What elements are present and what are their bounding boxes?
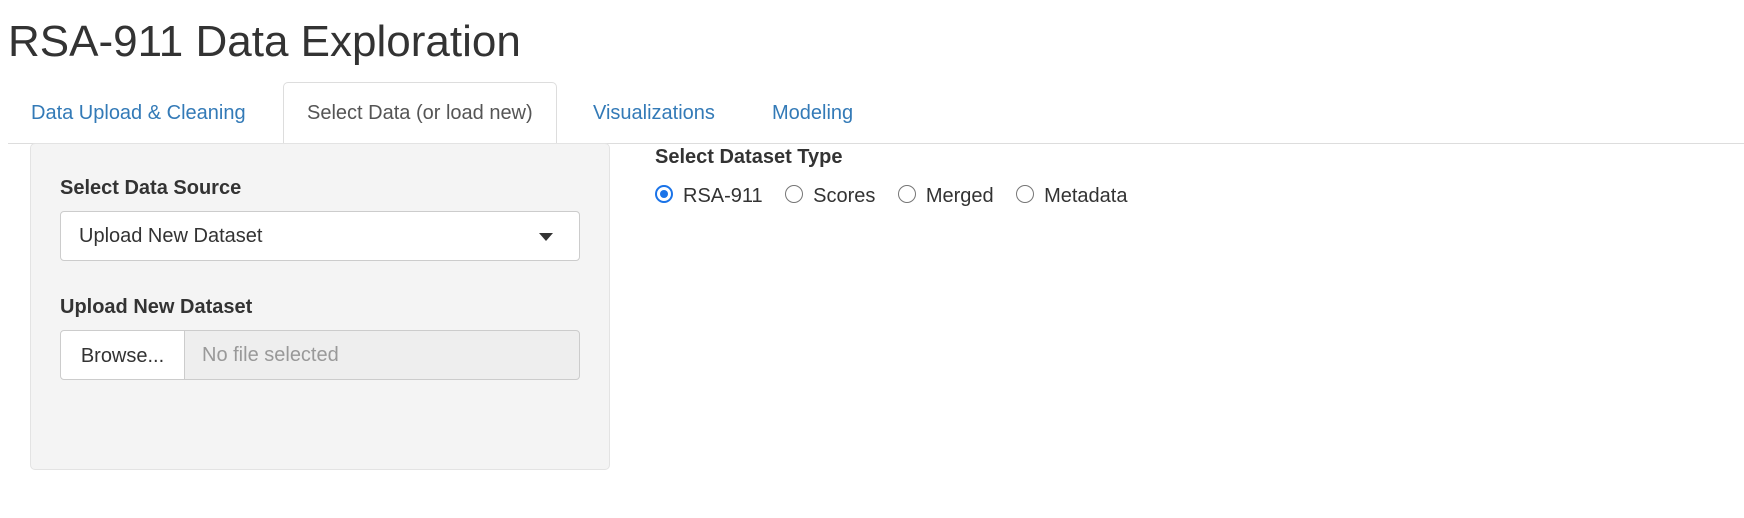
- radio-option-merged[interactable]: Merged: [897, 182, 994, 210]
- page-title: RSA-911 Data Exploration: [8, 17, 521, 66]
- data-source-label: Select Data Source: [60, 177, 242, 199]
- tab-modeling[interactable]: Modeling: [749, 82, 876, 144]
- radio-option-metadata[interactable]: Metadata: [1016, 182, 1127, 210]
- tab-bar: Data Upload & Cleaning Select Data (or l…: [8, 82, 1744, 145]
- dataset-type-radio-group: RSA-911 Scores Merged Metadata: [655, 182, 1145, 210]
- upload-dataset-label: Upload New Dataset: [60, 296, 253, 318]
- sidebar-panel: Select Data Source Upload New Dataset Up…: [30, 143, 610, 470]
- tab-visualizations[interactable]: Visualizations: [570, 82, 738, 144]
- browse-button[interactable]: Browse...: [60, 330, 185, 380]
- radio-label-scores: Scores: [813, 185, 876, 207]
- radio-label-rsa-911: RSA-911: [683, 185, 763, 207]
- file-name-display: No file selected: [184, 330, 580, 380]
- data-source-selected-value: Upload New Dataset: [79, 225, 263, 247]
- radio-button-scores[interactable]: [785, 185, 804, 203]
- tab-select-data[interactable]: Select Data (or load new): [283, 82, 557, 145]
- radio-option-rsa-911[interactable]: RSA-911: [655, 182, 763, 210]
- radio-button-merged[interactable]: [897, 185, 916, 203]
- file-upload-group: Browse... No file selected: [60, 330, 580, 380]
- radio-label-metadata: Metadata: [1044, 185, 1128, 207]
- radio-button-metadata[interactable]: [1016, 185, 1035, 203]
- dataset-type-label: Select Dataset Type: [655, 146, 843, 168]
- radio-label-merged: Merged: [925, 185, 994, 207]
- data-source-select[interactable]: Upload New Dataset: [60, 211, 580, 261]
- caret-down-icon: [539, 233, 553, 241]
- radio-button-rsa-911[interactable]: [655, 185, 673, 203]
- tab-data-upload-cleaning[interactable]: Data Upload & Cleaning: [8, 82, 269, 144]
- radio-option-scores[interactable]: Scores: [785, 182, 875, 210]
